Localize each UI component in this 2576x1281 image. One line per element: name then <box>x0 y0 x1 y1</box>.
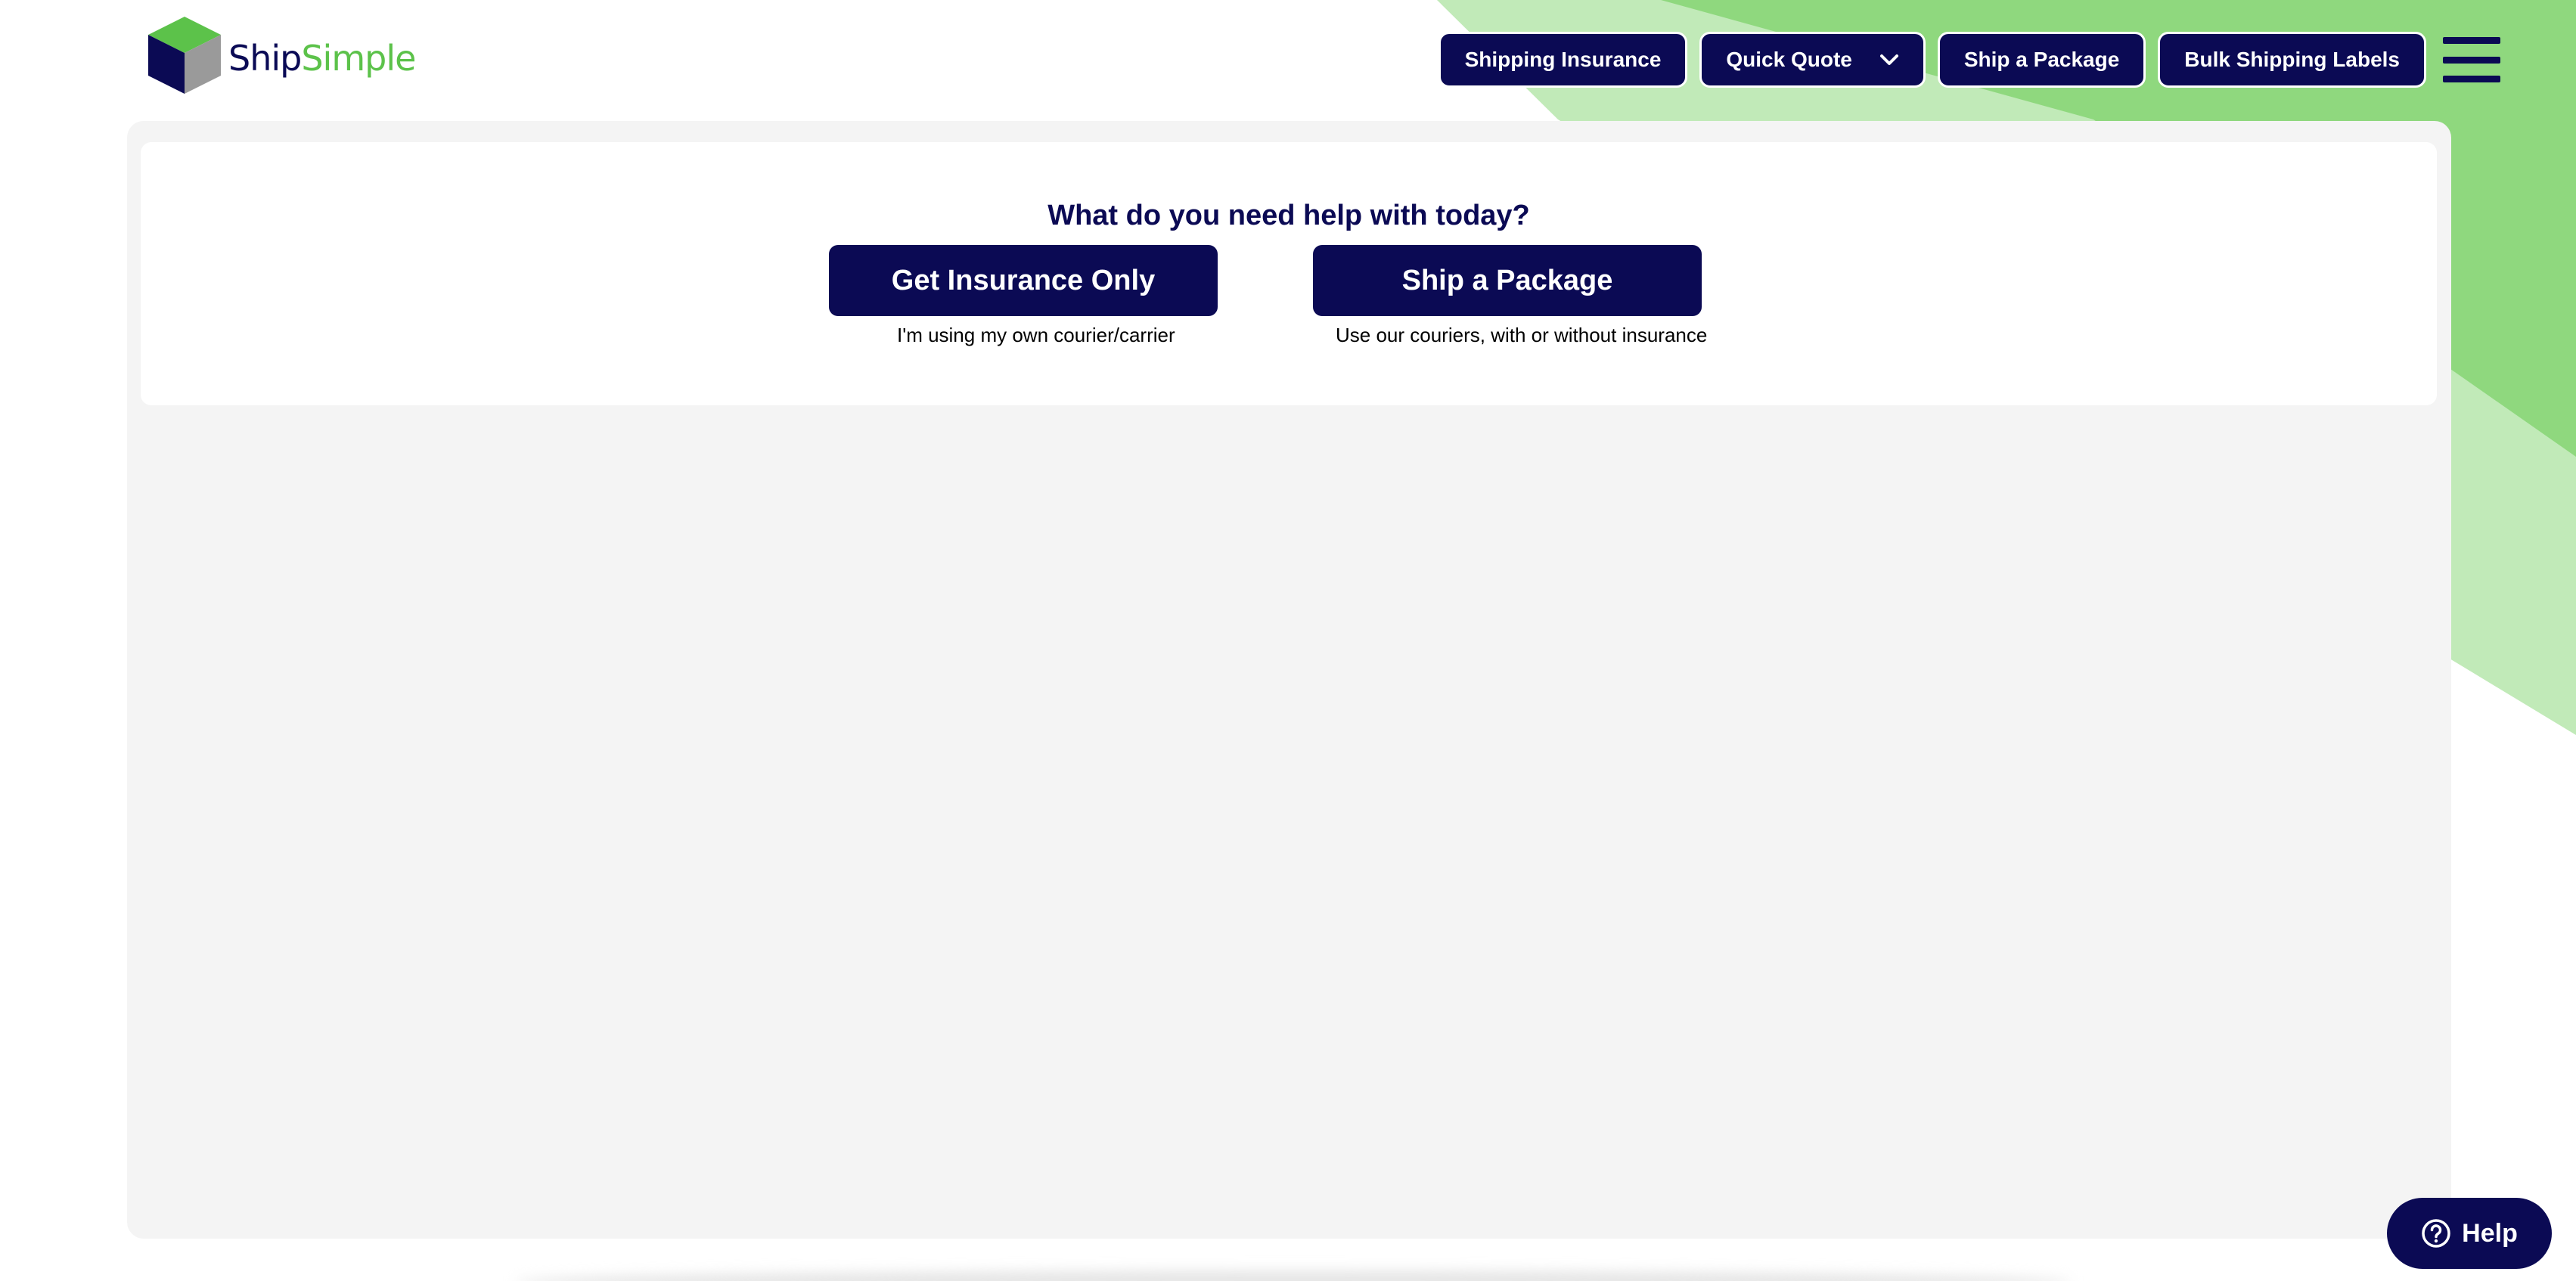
ship-a-package-button[interactable]: Ship a Package <box>1313 245 1702 316</box>
brand-name: ShipSimple <box>228 38 416 79</box>
box-cube-icon <box>148 17 221 94</box>
help-label: Help <box>2462 1218 2518 1248</box>
brand-name-ship: Ship <box>228 38 302 79</box>
hamburger-line <box>2443 76 2500 82</box>
nav-bulk-shipping-labels-button[interactable]: Bulk Shipping Labels <box>2158 32 2426 88</box>
ship-package-option: Ship a Package Use our couriers, with or… <box>1313 245 1707 346</box>
question-circle-icon <box>2422 1219 2450 1248</box>
insurance-option: Get Insurance Only I'm using my own cour… <box>829 245 1218 346</box>
nav-quick-quote-label: Quick Quote <box>1726 48 1852 71</box>
main-panel: What do you need help with today? Get In… <box>127 121 2451 1239</box>
ship-package-option-subtitle: Use our couriers, with or without insura… <box>1336 324 1708 346</box>
nav-shipping-insurance-label: Shipping Insurance <box>1464 48 1662 71</box>
brand-logo[interactable]: ShipSimple <box>145 14 416 97</box>
chevron-down-icon <box>1879 54 1899 66</box>
get-insurance-only-button[interactable]: Get Insurance Only <box>829 245 1218 316</box>
help-button[interactable]: Help <box>2387 1198 2552 1269</box>
top-navigation: Shipping Insurance Quick Quote Ship a Pa… <box>1438 32 2500 88</box>
hamburger-menu-icon[interactable] <box>2443 37 2500 82</box>
insurance-option-subtitle: I'm using my own courier/carrier <box>897 324 1175 346</box>
nav-quick-quote-dropdown[interactable]: Quick Quote <box>1699 32 1926 88</box>
nav-ship-a-package-label: Ship a Package <box>1963 48 2120 71</box>
nav-ship-a-package-button[interactable]: Ship a Package <box>1937 32 2146 88</box>
hamburger-line <box>2443 37 2500 44</box>
help-selection-card: What do you need help with today? Get In… <box>141 142 2437 405</box>
nav-bulk-shipping-labels-label: Bulk Shipping Labels <box>2184 48 2400 71</box>
nav-shipping-insurance-button[interactable]: Shipping Insurance <box>1438 32 1688 88</box>
hamburger-line <box>2443 56 2500 64</box>
page-title: What do you need help with today? <box>1047 200 1530 231</box>
brand-name-simple: Simple <box>301 38 416 79</box>
